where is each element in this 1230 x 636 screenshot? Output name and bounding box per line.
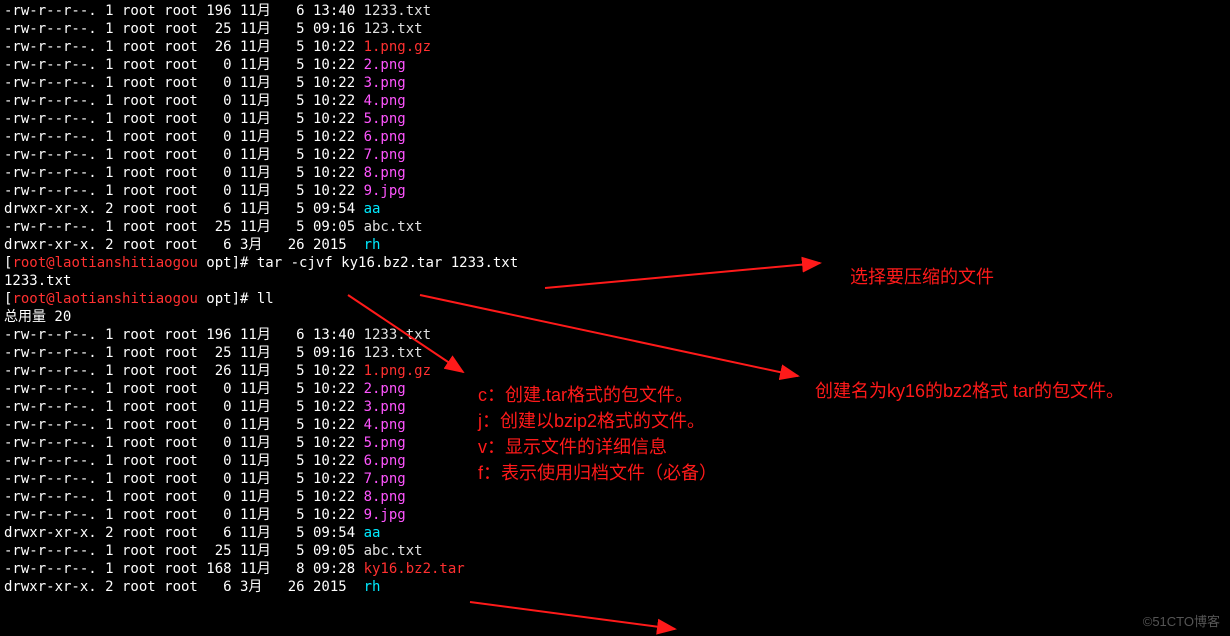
file-row: -rw-r--r--. 1 root root 0 11月 5 10:22 8.… [4, 488, 1226, 506]
file-row: -rw-r--r--. 1 root root 0 11月 5 10:22 9.… [4, 182, 1226, 200]
file-row: -rw-r--r--. 1 root root 196 11月 6 13:40 … [4, 326, 1226, 344]
annotation-create-archive: 创建名为ky16的bz2格式 tar的包文件。 [815, 378, 1205, 404]
annotation-flags: c：创建.tar格式的包文件。j：创建以bzip2格式的文件。v：显示文件的详细… [478, 382, 717, 486]
file-row: drwxr-xr-x. 2 root root 6 3月 26 2015 rh [4, 236, 1226, 254]
file-row: drwxr-xr-x. 2 root root 6 11月 5 09:54 aa [4, 524, 1226, 542]
file-row: -rw-r--r--. 1 root root 0 11月 5 10:22 4.… [4, 92, 1226, 110]
file-row: drwxr-xr-x. 2 root root 6 3月 26 2015 rh [4, 578, 1226, 596]
watermark: ©51CTO博客 [1143, 611, 1220, 630]
file-row: -rw-r--r--. 1 root root 0 11月 5 10:22 6.… [4, 128, 1226, 146]
total-line: 总用量 20 [4, 308, 1226, 326]
file-row: -rw-r--r--. 1 root root 0 11月 5 10:22 7.… [4, 146, 1226, 164]
file-row: -rw-r--r--. 1 root root 0 11月 5 10:22 3.… [4, 74, 1226, 92]
annotation-select-file: 选择要压缩的文件 [850, 264, 994, 290]
file-row: -rw-r--r--. 1 root root 25 11月 5 09:16 1… [4, 20, 1226, 38]
prompt-line[interactable]: [root@laotianshitiaogou opt]# tar -cjvf … [4, 254, 1226, 272]
file-row: -rw-r--r--. 1 root root 25 11月 5 09:16 1… [4, 344, 1226, 362]
file-row: -rw-r--r--. 1 root root 168 11月 8 09:28 … [4, 560, 1226, 578]
terminal-output[interactable]: -rw-r--r--. 1 root root 196 11月 6 13:40 … [0, 0, 1230, 598]
file-row: drwxr-xr-x. 2 root root 6 11月 5 09:54 aa [4, 200, 1226, 218]
file-row: -rw-r--r--. 1 root root 0 11月 5 10:22 2.… [4, 56, 1226, 74]
file-row: -rw-r--r--. 1 root root 0 11月 5 10:22 5.… [4, 110, 1226, 128]
file-row: -rw-r--r--. 1 root root 26 11月 5 10:22 1… [4, 38, 1226, 56]
file-row: -rw-r--r--. 1 root root 25 11月 5 09:05 a… [4, 542, 1226, 560]
file-row: -rw-r--r--. 1 root root 0 11月 5 10:22 9.… [4, 506, 1226, 524]
cmd-output: 1233.txt [4, 272, 1226, 290]
file-row: -rw-r--r--. 1 root root 25 11月 5 09:05 a… [4, 218, 1226, 236]
file-row: -rw-r--r--. 1 root root 196 11月 6 13:40 … [4, 2, 1226, 20]
file-row: -rw-r--r--. 1 root root 0 11月 5 10:22 8.… [4, 164, 1226, 182]
prompt-line[interactable]: [root@laotianshitiaogou opt]# ll [4, 290, 1226, 308]
